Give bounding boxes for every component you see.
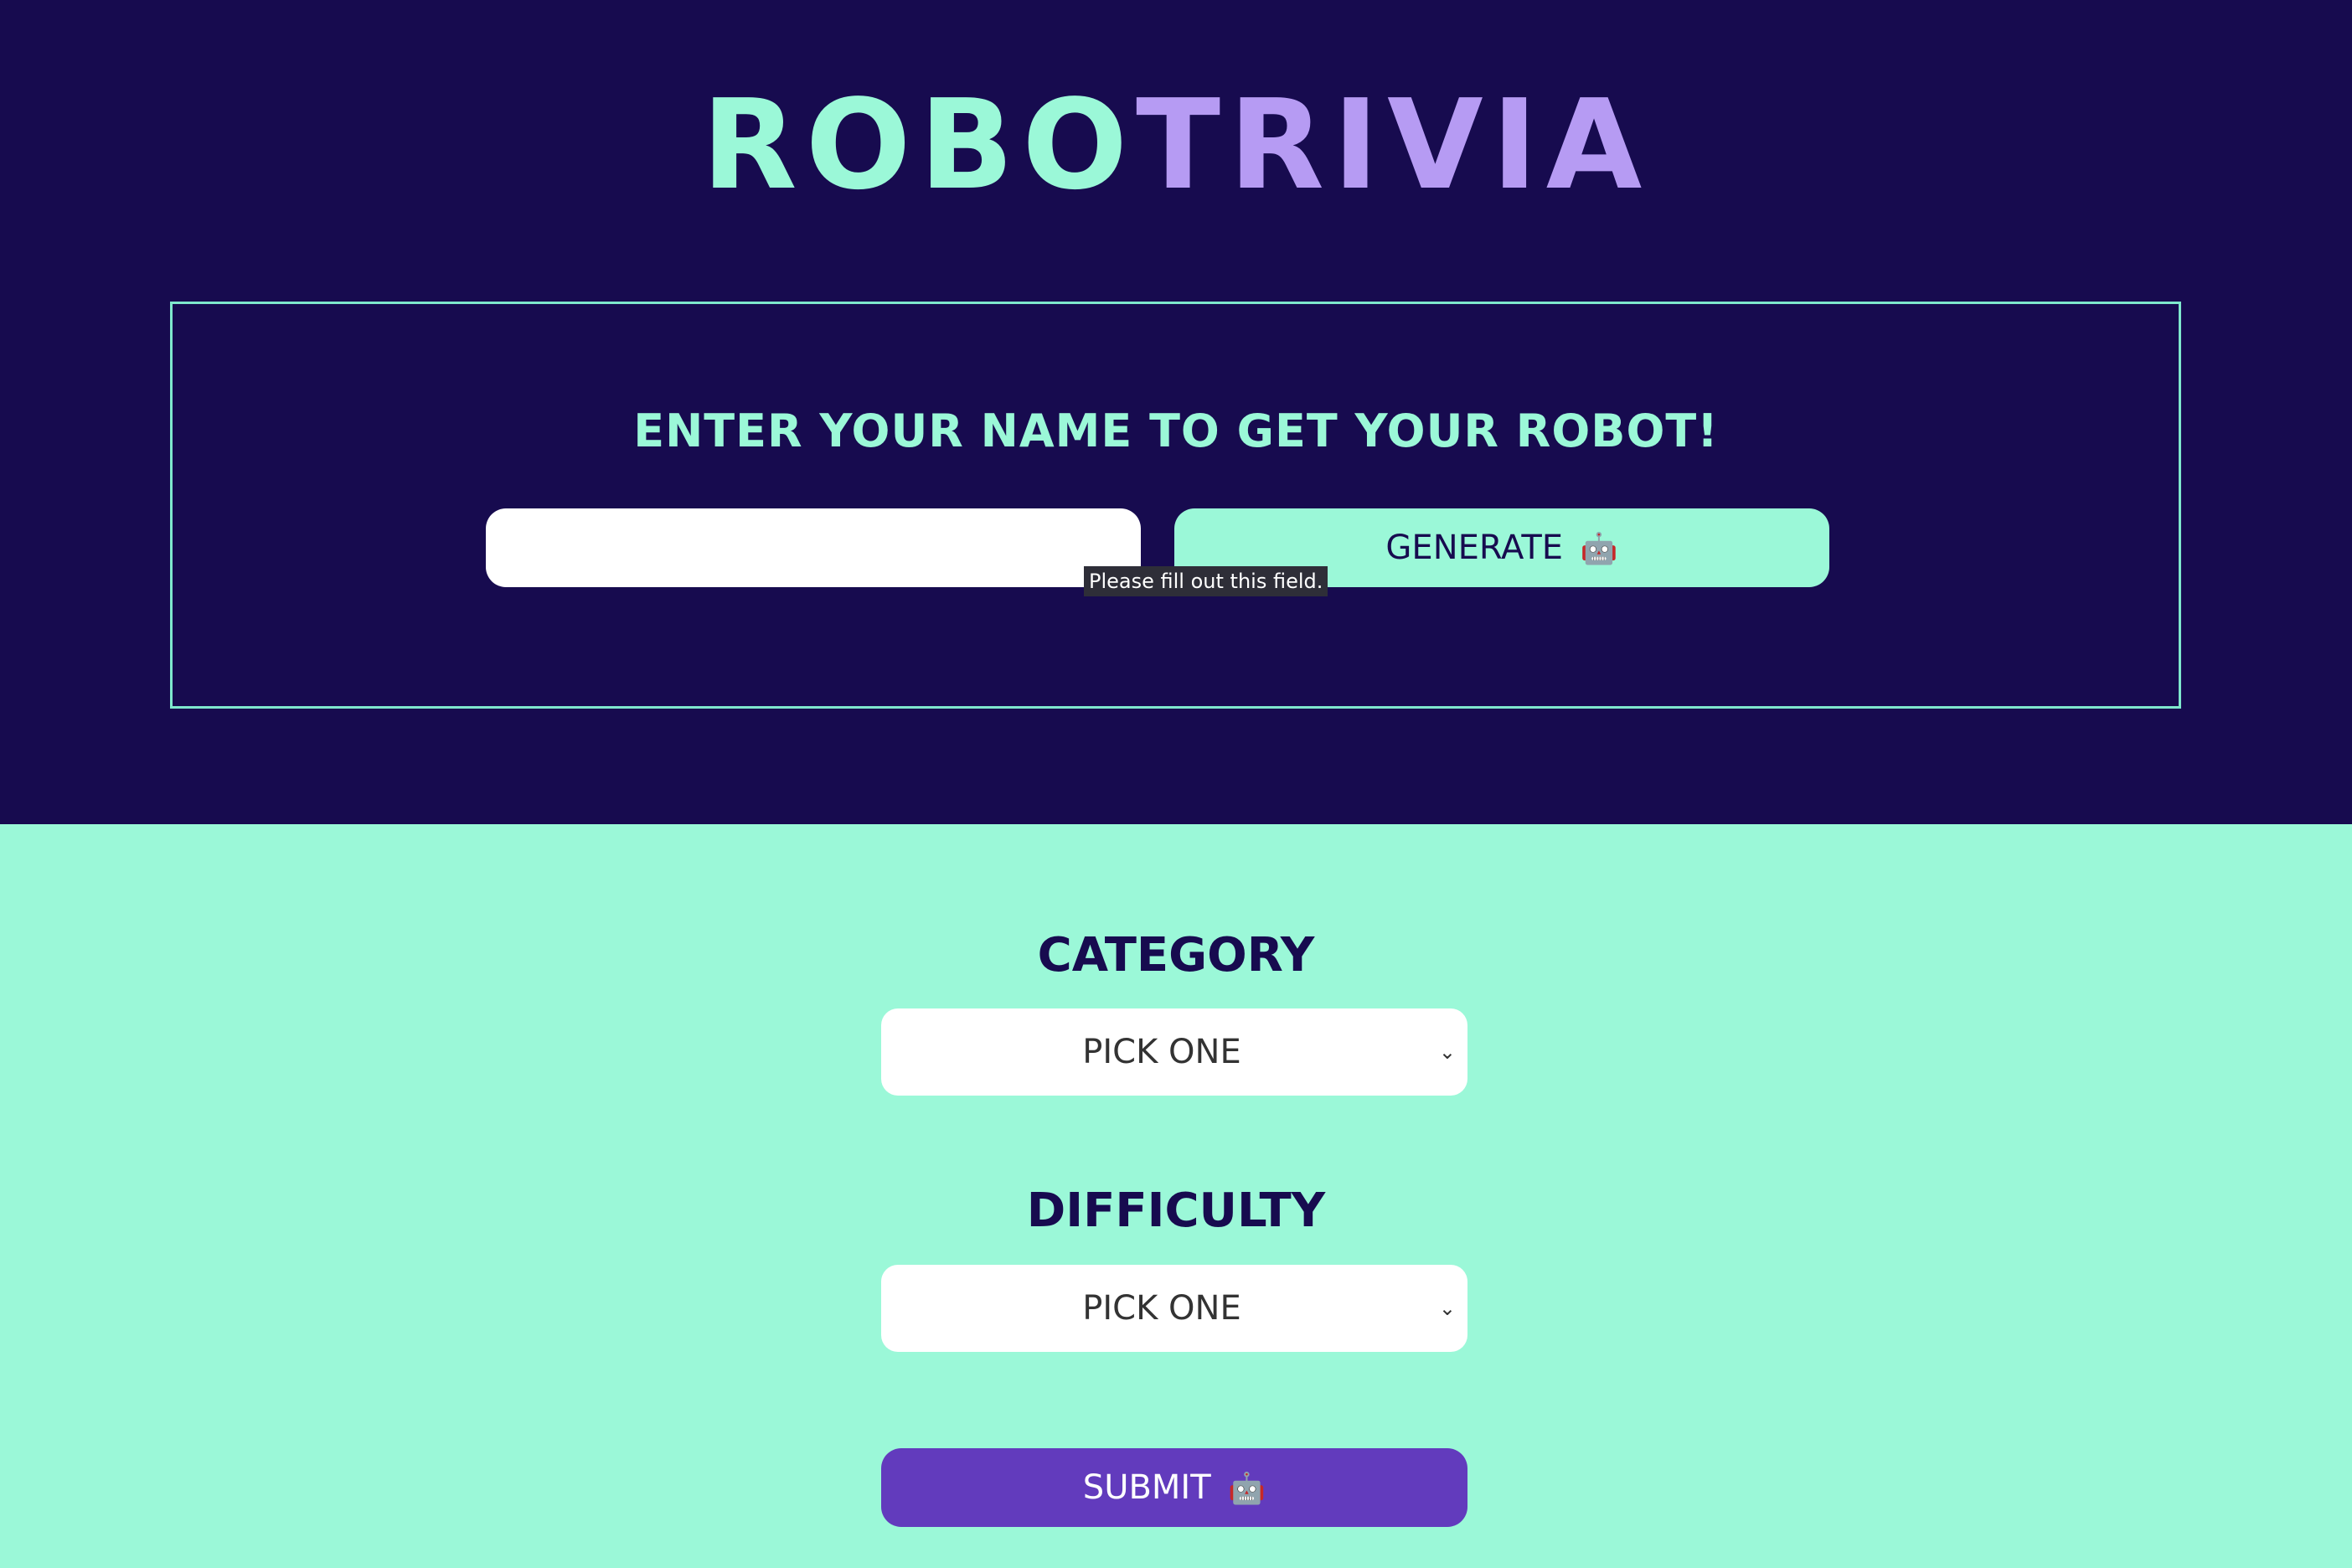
generate-button-label: GENERATE [1385, 529, 1564, 567]
category-select[interactable]: PICK ONE ⌄ [881, 1008, 1467, 1096]
submit-button-label: SUBMIT [1082, 1468, 1211, 1507]
difficulty-selected-value: PICK ONE [1082, 1289, 1241, 1328]
category-selected-value: PICK ONE [1082, 1033, 1241, 1071]
chevron-down-icon: ⌄ [1438, 1297, 1456, 1320]
app-title-part2: TRIVIA [1136, 73, 1651, 217]
chevron-down-icon: ⌄ [1438, 1040, 1456, 1064]
submit-button[interactable]: SUBMIT 🤖 [881, 1448, 1467, 1527]
difficulty-label: DIFFICULTY [1026, 1184, 1326, 1238]
category-label: CATEGORY [1037, 928, 1315, 983]
app-title-part1: ROBO [701, 73, 1137, 217]
app-title: ROBOTRIVIA [0, 74, 2352, 216]
robot-icon: 🤖 [1228, 1472, 1266, 1506]
difficulty-select[interactable]: PICK ONE ⌄ [881, 1265, 1467, 1352]
name-input[interactable] [486, 508, 1141, 587]
name-form-heading: ENTER YOUR NAME TO GET YOUR ROBOT! [633, 405, 1719, 457]
name-form-box [170, 302, 2181, 709]
header-section: ROBOTRIVIA ENTER YOUR NAME TO GET YOUR R… [0, 0, 2352, 824]
validation-tooltip: Please fill out this field. [1084, 566, 1328, 596]
robot-icon: 🤖 [1580, 532, 1618, 566]
